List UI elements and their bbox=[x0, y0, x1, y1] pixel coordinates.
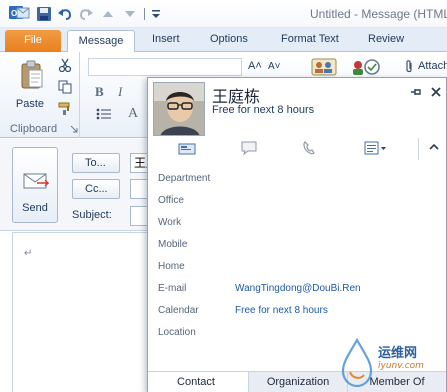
send-button[interactable]: Send bbox=[12, 147, 58, 223]
contact-status: Free for next 8 hours bbox=[212, 104, 315, 116]
format-painter-icon[interactable] bbox=[58, 102, 72, 116]
attach-file-label[interactable]: Attach bbox=[418, 60, 447, 72]
tab-format-text[interactable]: Format Text bbox=[281, 33, 339, 45]
watermark-text: 运维网 bbox=[378, 346, 418, 361]
field-label: Work bbox=[158, 217, 182, 228]
field-label: Location bbox=[158, 327, 196, 338]
field-home: Home bbox=[158, 261, 447, 279]
italic-icon[interactable]: I bbox=[118, 84, 122, 100]
tab-options[interactable]: Options bbox=[210, 33, 248, 45]
contact-photo bbox=[153, 82, 205, 136]
field-label: Calendar bbox=[158, 305, 199, 316]
field-label: Home bbox=[158, 261, 185, 272]
field-label: Department bbox=[158, 173, 211, 184]
field-department: Department bbox=[158, 173, 447, 191]
to-button[interactable]: To... bbox=[72, 153, 120, 173]
previous-item-icon[interactable] bbox=[100, 6, 116, 22]
tab-insert[interactable]: Insert bbox=[152, 33, 180, 45]
close-icon[interactable] bbox=[430, 86, 442, 98]
instant-message-icon[interactable] bbox=[240, 140, 258, 156]
svg-text:O: O bbox=[11, 9, 17, 18]
tab-review[interactable]: Review bbox=[368, 33, 404, 45]
field-mobile: Mobile bbox=[158, 239, 447, 257]
email-icon[interactable] bbox=[178, 142, 196, 156]
watermark-url: iyunv.com bbox=[378, 361, 424, 371]
font-name-dropdown[interactable] bbox=[88, 58, 242, 76]
paragraph-mark: ↵ bbox=[24, 248, 33, 259]
title-bar: O Untitled - Message (HTML) bbox=[0, 0, 447, 28]
contact-photo-image bbox=[154, 83, 204, 135]
next-item-icon[interactable] bbox=[122, 6, 138, 22]
customize-quick-access-icon[interactable] bbox=[149, 6, 165, 22]
email-link[interactable]: WangTingdong@DouBi.Ren bbox=[235, 283, 361, 294]
ribbon-tab-bar: File Message Insert Options Format Text … bbox=[0, 28, 447, 53]
tab-contact[interactable]: Contact bbox=[160, 372, 232, 392]
bullets-icon[interactable] bbox=[96, 108, 112, 120]
watermark: 运维网 iyunv.com bbox=[340, 334, 447, 392]
send-label: Send bbox=[22, 202, 48, 214]
field-calendar: Calendar Free for next 8 hours bbox=[158, 305, 447, 323]
cc-button[interactable]: Cc... bbox=[72, 179, 120, 199]
tab-organization[interactable]: Organization bbox=[248, 372, 348, 392]
window-title: Untitled - Message (HTML) bbox=[310, 7, 447, 21]
clipboard-group-label: Clipboard bbox=[10, 123, 58, 135]
undo-icon[interactable] bbox=[57, 6, 73, 22]
more-options-icon[interactable] bbox=[364, 140, 388, 156]
outlook-app-icon[interactable]: O bbox=[8, 4, 30, 22]
actions-divider bbox=[418, 138, 419, 160]
pin-icon[interactable] bbox=[410, 86, 422, 98]
dialog-launcher-icon[interactable] bbox=[70, 125, 78, 133]
font-color-icon[interactable]: A bbox=[128, 106, 138, 122]
contact-actions-bar bbox=[148, 136, 446, 164]
attach-file-icon[interactable] bbox=[404, 60, 414, 74]
collapse-card-icon[interactable] bbox=[428, 142, 440, 152]
subject-label: Subject: bbox=[72, 209, 112, 221]
bold-icon[interactable]: B bbox=[95, 84, 104, 100]
address-book-icon[interactable] bbox=[311, 58, 337, 76]
field-label: Mobile bbox=[158, 239, 188, 250]
redo-icon[interactable] bbox=[78, 6, 94, 22]
tab-message[interactable]: Message bbox=[67, 30, 135, 53]
paste-label: Paste bbox=[15, 98, 45, 110]
send-envelope-icon bbox=[23, 173, 49, 189]
calendar-link[interactable]: Free for next 8 hours bbox=[235, 305, 328, 316]
message-body-frame bbox=[12, 232, 162, 392]
copy-icon[interactable] bbox=[58, 80, 72, 94]
grow-font-icon[interactable]: A˄ bbox=[248, 60, 262, 72]
paste-button[interactable]: Paste bbox=[10, 56, 50, 118]
cut-icon[interactable] bbox=[58, 58, 72, 72]
check-names-icon[interactable] bbox=[351, 58, 381, 76]
tab-file[interactable]: File bbox=[5, 30, 61, 52]
field-label: E-mail bbox=[158, 283, 187, 294]
field-email: E-mail WangTingdong@DouBi.Ren bbox=[158, 283, 447, 301]
shrink-font-icon[interactable]: A˅ bbox=[268, 61, 281, 72]
watermark-logo-icon bbox=[341, 338, 373, 388]
field-office: Office bbox=[158, 195, 447, 213]
quick-access-separator bbox=[144, 8, 145, 20]
phone-icon[interactable] bbox=[301, 140, 317, 156]
field-work: Work bbox=[158, 217, 447, 235]
clipboard-group: Paste Clipboard bbox=[4, 52, 80, 138]
paste-icon bbox=[21, 60, 43, 89]
field-label: Office bbox=[158, 195, 184, 206]
save-icon[interactable] bbox=[36, 6, 52, 22]
